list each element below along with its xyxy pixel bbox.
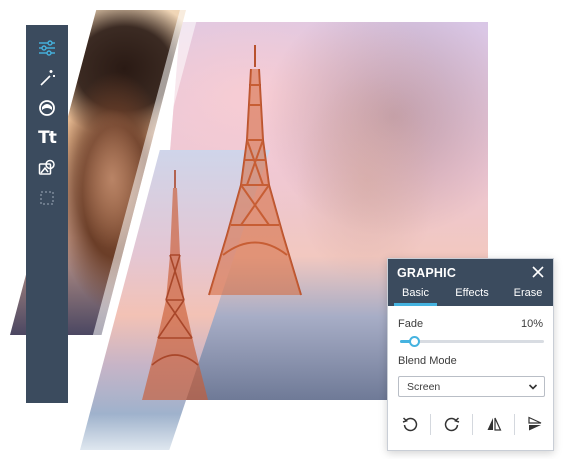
tool-touch-up[interactable]	[26, 93, 68, 123]
text-icon: Tt	[38, 128, 57, 148]
flip-horizontal-icon	[487, 417, 501, 431]
blend-mode-label: Blend Mode	[398, 355, 457, 367]
rotate-right-icon	[444, 417, 459, 432]
tool-sidebar: Tt	[26, 25, 68, 403]
graphics-icon	[38, 159, 55, 175]
fade-slider-thumb[interactable]	[409, 336, 421, 347]
sliders-icon	[39, 40, 55, 56]
eiffel-tower-small	[142, 170, 208, 400]
tool-effects[interactable]	[26, 63, 68, 93]
rotate-left-button[interactable]	[389, 409, 430, 439]
tool-graphics[interactable]	[26, 153, 68, 183]
tab-basic[interactable]: Basic	[388, 285, 443, 306]
frame-icon	[40, 191, 54, 205]
fade-slider[interactable]	[400, 336, 544, 347]
rotate-right-button[interactable]	[431, 409, 472, 439]
flip-horizontal-button[interactable]	[473, 409, 514, 439]
transform-actions	[388, 409, 553, 439]
flip-vertical-button[interactable]	[514, 409, 555, 439]
panel-title: GRAPHIC	[397, 266, 457, 280]
close-icon[interactable]	[532, 266, 544, 278]
panel-tabs: Basic Effects Erase	[388, 285, 553, 306]
fade-label: Fade	[398, 318, 424, 330]
tool-frames[interactable]	[26, 183, 68, 213]
tab-erase[interactable]: Erase	[501, 285, 555, 306]
tab-effects[interactable]: Effects	[443, 285, 501, 306]
blend-mode-select[interactable]: Screen	[398, 376, 545, 397]
rotate-left-icon	[402, 417, 417, 432]
blend-mode-value: Screen	[407, 381, 441, 393]
graphic-panel: GRAPHIC Basic Effects Erase Fade 10% Ble…	[387, 258, 554, 451]
fade-value: 10%	[520, 318, 543, 330]
magic-wand-icon	[40, 70, 55, 86]
eiffel-tower-large	[208, 45, 302, 296]
chevron-down-icon	[528, 384, 538, 390]
face-icon	[39, 100, 55, 116]
flip-vertical-icon	[527, 416, 541, 431]
tool-adjust[interactable]	[26, 33, 68, 63]
panel-header: GRAPHIC Basic Effects Erase	[388, 259, 553, 306]
tool-text[interactable]: Tt	[26, 123, 68, 153]
